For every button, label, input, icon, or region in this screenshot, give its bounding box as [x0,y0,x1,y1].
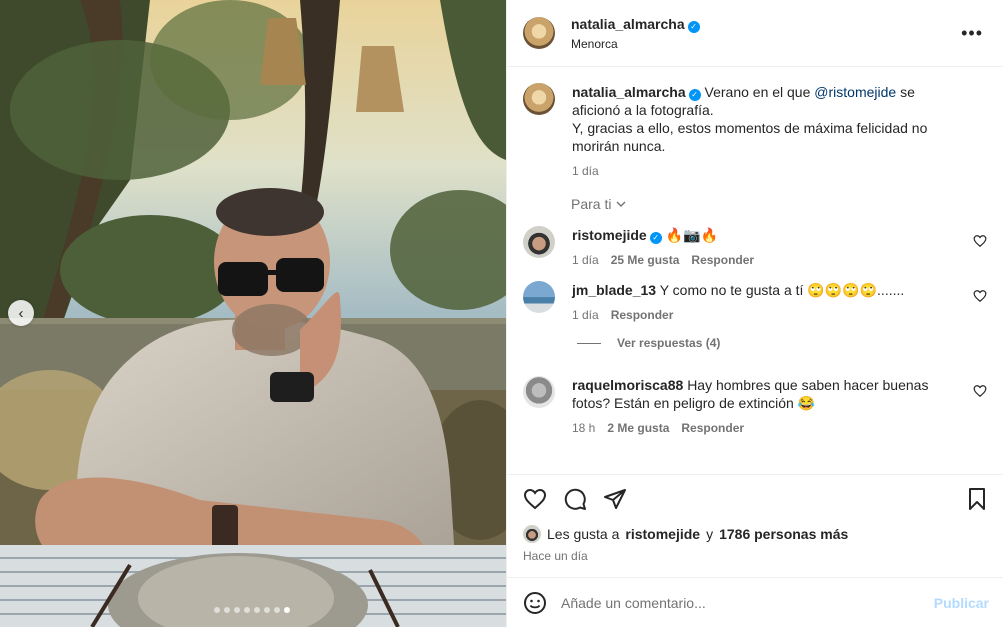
reply-button[interactable]: Responder [691,253,754,267]
caption-text-prefix: Verano en el que [704,84,811,100]
more-options-button[interactable]: ••• [957,19,987,48]
author-avatar[interactable] [523,17,555,49]
carousel-dot [244,607,250,613]
post-caption: natalia_almarcha ✓ Verano en el que @rist… [523,83,987,178]
comment-item: ristomejide ✓ 🔥📷🔥 1 día 25 Me gusta Respo… [523,226,987,267]
comment-time[interactable]: 1 día [572,253,599,267]
carousel-dot [264,607,270,613]
commenter-username[interactable]: raquelmorisca88 [572,377,683,393]
carousel-dot [234,607,240,613]
reply-button[interactable]: Responder [611,308,674,322]
carousel-dot [254,607,260,613]
view-replies-button[interactable]: Ver respuestas (4) [577,336,987,350]
verified-badge-icon: ✓ [687,20,700,33]
like-comment-heart-icon[interactable] [973,289,987,303]
comment-composer: Publicar [507,577,1003,627]
likes-prefix: Les gusta a [547,526,620,542]
comment-icon[interactable] [563,487,587,511]
carousel-dots [214,607,290,613]
comment-likes[interactable]: 2 Me gusta [607,421,669,435]
comments-section: natalia_almarcha ✓ Verano en el que @rist… [507,67,1003,474]
like-comment-heart-icon[interactable] [973,234,987,248]
more-horizontal-icon: ••• [961,22,983,43]
post-location[interactable]: Menorca [571,37,957,51]
comment-item: jm_blade_13 Y como no te gusta a tí 🙄🙄🙄🙄… [523,281,987,322]
verified-badge-icon: ✓ [688,89,701,101]
photo-illustration [0,0,506,627]
carousel-dot-active [284,607,290,613]
previous-photo-button[interactable]: ‹ [8,300,34,326]
caption-avatar[interactable] [523,83,555,115]
share-icon[interactable] [603,487,627,511]
like-comment-heart-icon[interactable] [973,384,987,398]
post-header: natalia_almarcha ✓ Menorca ••• [507,0,1003,67]
caption-time[interactable]: 1 día [572,164,599,178]
chevron-left-icon: ‹ [18,304,24,322]
replies-divider [577,342,601,344]
commenter-avatar[interactable] [523,376,555,408]
comment-text: 🔥📷🔥 [665,227,718,243]
verified-badge-icon: ✓ [649,232,662,244]
publish-button[interactable]: Publicar [934,595,989,611]
comment-likes[interactable]: 25 Me gusta [611,253,680,267]
view-replies-label: Ver respuestas (4) [617,336,721,350]
liker-username[interactable]: ristomejide [625,526,700,542]
commenter-username[interactable]: jm_blade_13 [572,282,656,298]
bookmark-icon[interactable] [965,487,989,511]
commenter-avatar[interactable] [523,281,555,313]
author-username[interactable]: natalia_almarcha [571,16,685,32]
carousel-dot [214,607,220,613]
commenter-username[interactable]: ristomejide [572,227,647,243]
comment-item: raquelmorisca88 Hay hombres que saben ha… [523,376,987,435]
post-photo[interactable]: ‹ [0,0,506,627]
sort-label: Para ti [571,196,612,212]
sort-comments-dropdown[interactable]: Para ti [571,196,987,212]
likes-others-link[interactable]: 1786 personas más [719,526,848,542]
likes-summary: Les gusta a ristomejide y 1786 personas … [523,525,989,543]
chevron-down-icon [616,201,626,207]
comment-input[interactable] [561,594,934,611]
commenter-avatar[interactable] [523,226,555,258]
smiley-icon[interactable] [523,591,547,615]
post-actions: Les gusta a ristomejide y 1786 personas … [507,474,1003,563]
carousel-dot [224,607,230,613]
carousel-dot [274,607,280,613]
post-timestamp[interactable]: Hace un día [523,549,989,563]
comment-text: Y como no te gusta a tí 🙄🙄🙄🙄....... [659,282,905,298]
liker-avatar[interactable] [523,525,541,543]
caption-line-2: Y, gracias a ello, estos momentos de máx… [572,120,928,154]
caption-username[interactable]: natalia_almarcha [572,84,686,100]
comment-time[interactable]: 18 h [572,421,595,435]
caption-mention-link[interactable]: @ristomejide [814,84,896,100]
reply-button[interactable]: Responder [681,421,744,435]
likes-joiner: y [706,526,714,542]
comment-time[interactable]: 1 día [572,308,599,322]
post-side-panel: natalia_almarcha ✓ Menorca ••• natalia_al… [506,0,1003,627]
heart-icon[interactable] [523,487,547,511]
